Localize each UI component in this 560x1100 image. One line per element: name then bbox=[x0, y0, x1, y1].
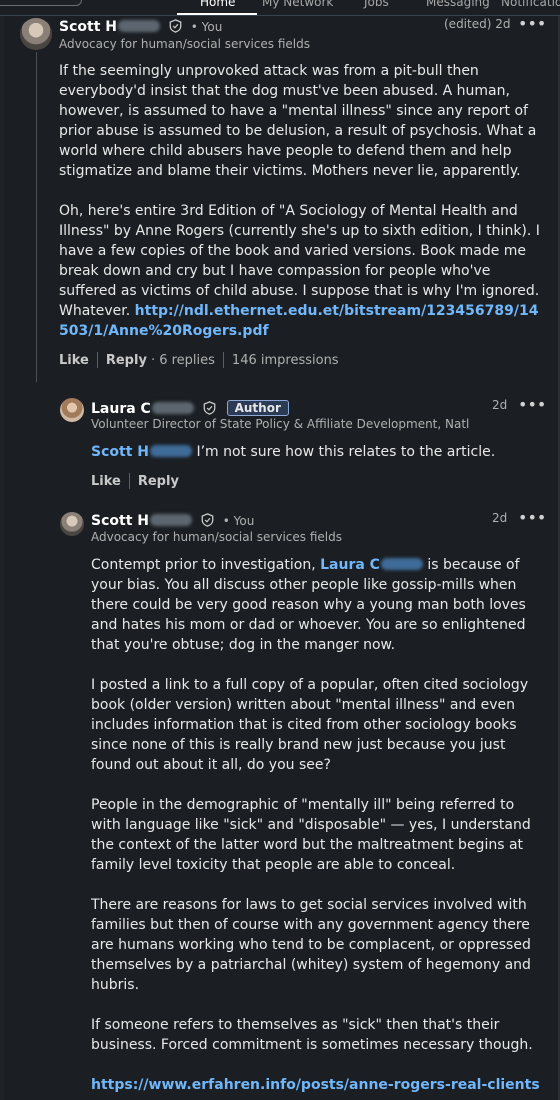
verified-shield-icon bbox=[203, 401, 216, 415]
comment-text: Contempt prior to investigation, bbox=[91, 557, 321, 573]
like-button[interactable]: Like bbox=[91, 474, 121, 489]
reply-button[interactable]: Reply bbox=[106, 353, 147, 368]
comment-paragraph: There are reasons for laws to get social… bbox=[91, 897, 531, 993]
comment-body: If the seemingly unprovoked attack was f… bbox=[59, 61, 545, 341]
divider bbox=[96, 352, 98, 368]
divider bbox=[128, 473, 130, 489]
more-options-icon[interactable]: ••• bbox=[518, 397, 546, 413]
mention-link[interactable]: Laura C bbox=[320, 557, 423, 573]
comment-text: Whatever. bbox=[59, 303, 131, 319]
comment-time: (edited) 2d bbox=[444, 17, 511, 31]
impressions-count: 146 impressions bbox=[231, 352, 339, 368]
replies-count[interactable]: · 6 replies bbox=[151, 353, 215, 368]
author-name[interactable]: Laura C bbox=[91, 401, 151, 417]
comment-author[interactable]: Scott H • You bbox=[59, 19, 222, 35]
you-label: • You bbox=[222, 514, 255, 528]
mention-name[interactable]: Laura C bbox=[320, 557, 380, 573]
search-input[interactable] bbox=[0, 0, 82, 6]
mention-name[interactable]: Scott H bbox=[91, 444, 149, 460]
you-label: • You bbox=[190, 20, 223, 34]
author-headline: Advocacy for human/social services field… bbox=[91, 530, 342, 544]
redacted-surname bbox=[151, 402, 194, 414]
comment-body: Contempt prior to investigation, Laura C… bbox=[91, 555, 545, 1095]
comment-time: 2d bbox=[492, 511, 508, 525]
author-name[interactable]: Scott H bbox=[59, 19, 117, 35]
avatar[interactable] bbox=[60, 512, 84, 536]
nav-tab-jobs[interactable]: Jobs bbox=[364, 0, 389, 8]
article-link[interactable]: https://www.erfahren.info/posts/anne-rog… bbox=[91, 1077, 540, 1093]
nav-tab-notifications[interactable]: Notifications bbox=[501, 0, 560, 8]
author-headline: Advocacy for human/social services field… bbox=[59, 37, 310, 51]
pdf-link[interactable]: http://ndl.ethernet.edu.et/bitstream/123… bbox=[59, 303, 538, 339]
nav-tab-messaging[interactable]: Messaging bbox=[426, 0, 490, 8]
comment-author[interactable]: Scott H • You bbox=[91, 513, 254, 529]
nav-tab-my-network[interactable]: My Network bbox=[262, 0, 333, 8]
comment-paragraph: Contempt prior to investigation, Laura C… bbox=[91, 555, 545, 655]
comment-paragraph: If the seemingly unprovoked attack was f… bbox=[59, 63, 537, 179]
comment-actions: Like Reply bbox=[91, 473, 179, 489]
divider bbox=[222, 352, 224, 368]
mention-link[interactable]: Scott H bbox=[91, 444, 192, 460]
redacted-surname bbox=[117, 20, 160, 32]
comment-paragraph: People in the demographic of "mentally i… bbox=[91, 797, 531, 873]
comment-link-line: Whatever. http://ndl.ethernet.edu.et/bit… bbox=[59, 301, 545, 341]
avatar[interactable] bbox=[20, 18, 52, 50]
avatar[interactable] bbox=[60, 398, 84, 422]
comment-time: 2d bbox=[492, 398, 508, 412]
comment-author[interactable]: Laura C Author bbox=[91, 400, 289, 417]
comment-actions: Like Reply · 6 replies 146 impressions bbox=[59, 352, 339, 368]
redacted-surname bbox=[149, 514, 192, 526]
active-tab-indicator bbox=[177, 13, 257, 15]
redacted-surname bbox=[149, 445, 192, 457]
verified-shield-icon bbox=[201, 513, 214, 527]
more-options-icon[interactable]: ••• bbox=[518, 510, 546, 526]
author-headline: Volunteer Director of State Policy & Aff… bbox=[91, 417, 471, 431]
comment-body: Scott H I’m not sure how this relates to… bbox=[91, 442, 545, 462]
thread-line bbox=[36, 52, 37, 382]
top-nav: Home My Network Jobs Messaging Notificat… bbox=[0, 0, 560, 16]
reply-button[interactable]: Reply bbox=[138, 474, 179, 489]
comment-paragraph: I posted a link to a full copy of a popu… bbox=[91, 677, 529, 773]
nav-tab-home[interactable]: Home bbox=[200, 0, 235, 8]
comment-paragraph: If someone refers to themselves as "sick… bbox=[91, 1017, 533, 1053]
comment-paragraph: Oh, here's entire 3rd Edition of "A Soci… bbox=[59, 203, 540, 299]
like-button[interactable]: Like bbox=[59, 353, 89, 368]
more-options-icon[interactable]: ••• bbox=[518, 16, 546, 32]
left-edge bbox=[0, 16, 4, 1100]
author-badge: Author bbox=[226, 400, 289, 416]
comment-text: I’m not sure how this relates to the art… bbox=[196, 444, 496, 460]
redacted-surname bbox=[380, 558, 423, 570]
verified-shield-icon bbox=[169, 19, 182, 33]
author-name[interactable]: Scott H bbox=[91, 513, 149, 529]
